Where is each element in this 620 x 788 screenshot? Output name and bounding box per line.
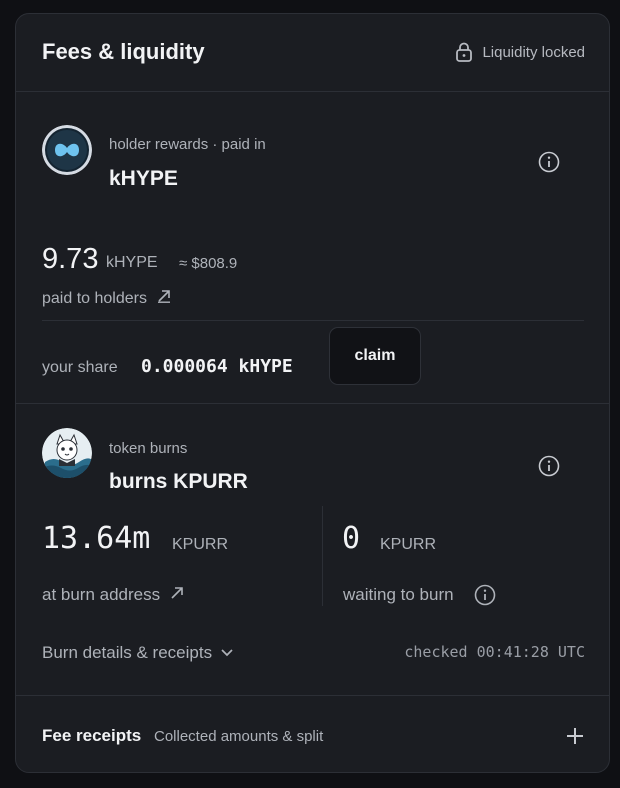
burns-info-icon[interactable] [538, 455, 560, 477]
chevron-down-icon [221, 649, 233, 657]
external-link-icon [170, 585, 184, 605]
checked-timestamp: checked 00:41:28 UTC [404, 643, 585, 661]
kpurr-token-logo [42, 428, 92, 478]
burn-details-toggle[interactable]: Burn details & receipts [42, 643, 233, 663]
burn-address-link[interactable]: at burn address [42, 585, 184, 605]
liquidity-locked-label: Liquidity locked [482, 43, 585, 61]
paid-to-holders-link[interactable]: paid to holders [42, 289, 171, 308]
burned-unit: KPURR [172, 536, 229, 553]
rewards-kicker: holder rewards · paid in [109, 136, 266, 153]
khype-token-logo [42, 125, 92, 175]
liquidity-locked-badge: Liquidity locked [455, 42, 585, 62]
waiting-to-burn-label: waiting to burn [343, 585, 454, 604]
waiting-amount: 0 [342, 521, 361, 556]
card-title: Fees & liquidity [42, 39, 205, 64]
burns-vertical-divider [322, 506, 323, 606]
waiting-unit: KPURR [380, 536, 437, 553]
holder-rewards-section: holder rewards · paid in kHYPE 9.73 kHYP… [16, 92, 609, 404]
rewards-token-name: kHYPE [109, 167, 178, 190]
lock-icon [455, 42, 473, 62]
token-burns-section: token burns burns KPURR 13.64m KPURR at … [16, 404, 609, 696]
fee-receipts-title: Fee receipts [42, 726, 142, 745]
rewards-divider [42, 320, 584, 321]
rewards-info-icon[interactable] [538, 151, 560, 173]
waiting-to-burn-caption: waiting to burn [343, 584, 496, 606]
external-link-icon [157, 289, 171, 308]
burn-address-label: at burn address [42, 585, 161, 604]
paid-to-holders-label: paid to holders [42, 289, 147, 307]
fee-receipts-subtitle: Collected amounts & split [154, 728, 324, 745]
your-share-value: 0.000064 kHYPE [141, 356, 293, 377]
fee-receipts-row[interactable]: Fee receipts Collected amounts & split [16, 696, 609, 772]
fees-liquidity-card: Fees & liquidity Liquidity locked holder… [15, 13, 610, 773]
burns-kicker: token burns [109, 440, 188, 457]
burned-amount: 13.64m [42, 521, 151, 556]
rewards-amount: 9.73 [42, 243, 99, 275]
rewards-usd-value: ≈ $808.9 [179, 255, 238, 272]
your-share-label: your share [42, 359, 118, 376]
expand-plus-icon[interactable] [565, 726, 585, 746]
waiting-info-icon[interactable] [474, 584, 496, 606]
rewards-amount-unit: kHYPE [106, 254, 158, 271]
card-header: Fees & liquidity Liquidity locked [16, 14, 609, 92]
burn-details-label: Burn details & receipts [42, 643, 213, 662]
burns-title: burns KPURR [109, 470, 248, 493]
claim-button[interactable]: claim [329, 327, 421, 385]
